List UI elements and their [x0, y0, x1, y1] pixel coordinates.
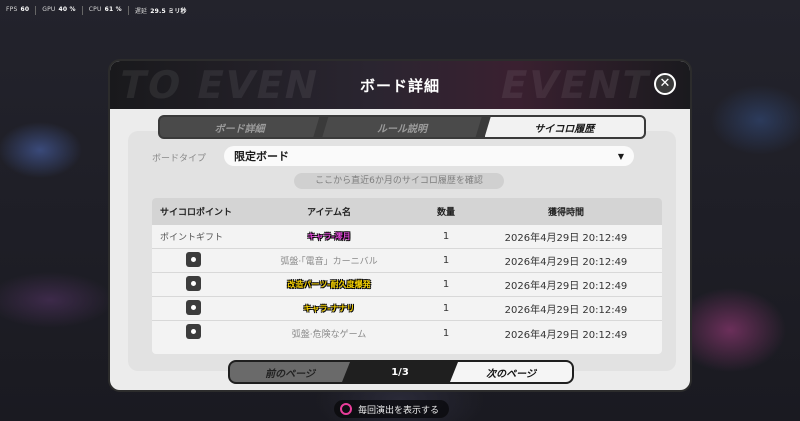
row-item-name-cell: 弧盤·「電音」カーニバル	[236, 254, 422, 267]
row-qty: 1	[442, 327, 450, 339]
modal-header: TO EVEN EVENT ボード詳細 ✕	[110, 61, 690, 109]
row-item-name-cell: キャラ-ナナリ	[236, 303, 422, 314]
row-point	[152, 324, 236, 342]
board-type-value: 限定ボード	[234, 150, 289, 163]
row-item-name: キャラ-ナナリ	[303, 304, 355, 313]
row-item-name-cell: 改造パーツ-耐久度爆発	[236, 279, 422, 290]
header-time: 獲得時間	[547, 208, 584, 218]
row-item-name: 弧盤·「電音」カーニバル	[280, 257, 378, 267]
latency-stat: 遅延 29.5 ミリ秒	[129, 6, 193, 15]
row-item-name: 弧盤·危険なゲーム	[291, 329, 367, 340]
row-point: ポイントギフト	[160, 233, 224, 243]
tab-rules[interactable]: ルール説明	[322, 117, 481, 137]
gpu-value: 40 %	[58, 6, 76, 13]
row-time: 2026年4月29日 20:12:49	[504, 329, 628, 341]
cpu-stat: CPU 61 %	[83, 6, 129, 15]
table-row: ポイントギフト キャラ-澪月 1 2026年4月29日 20:12:49	[152, 225, 662, 249]
row-item-name-cell: 弧盤·危険なゲーム	[236, 327, 422, 340]
row-qty: 1	[442, 231, 450, 242]
row-item-name-cell: キャラ-澪月	[236, 231, 422, 242]
cpu-value: 61 %	[104, 6, 122, 13]
fps-value: 60	[20, 6, 30, 13]
row-qty: 1	[442, 279, 450, 290]
row-qty: 1	[442, 255, 450, 266]
fps-label: FPS	[6, 6, 18, 13]
header-name: アイテム名	[306, 208, 352, 218]
row-time: 2026年4月29日 20:12:49	[504, 233, 628, 244]
board-detail-modal: TO EVEN EVENT ボード詳細 ✕ ボード詳細 ルール説明 サイコロ履歴…	[108, 59, 692, 392]
dice-history-table: サイコロポイント アイテム名 数量 獲得時間 ポイントギフト キャラ-澪月 1 202…	[152, 198, 662, 354]
latency-label: 遅延	[134, 8, 148, 15]
gpu-stat: GPU 40 %	[36, 6, 83, 15]
row-time: 2026年4月29日 20:12:49	[504, 281, 628, 292]
row-point	[152, 299, 236, 318]
fps-stat: FPS 60	[6, 6, 37, 15]
pagination: 前のページ 1/3 次のページ	[228, 360, 574, 384]
show-effect-toggle[interactable]: 毎回演出を表示する	[334, 400, 450, 418]
prev-page-button[interactable]: 前のページ	[230, 362, 350, 382]
tab-dice-history[interactable]: サイコロ履歴	[484, 117, 644, 137]
row-time: 2026年4月29日 20:12:49	[504, 305, 628, 316]
header-qty: 数量	[436, 208, 455, 218]
row-item-name: キャラ-澪月	[307, 232, 351, 241]
next-page-button[interactable]: 次のページ	[450, 362, 572, 382]
row-time: 2026年4月29日 20:12:49	[504, 257, 628, 268]
latency-value: 29.5 ミリ秒	[150, 8, 187, 15]
performance-overlay: FPS 60 GPU 40 % CPU 61 % 遅延 29.5 ミリ秒	[6, 6, 193, 15]
gpu-label: GPU	[42, 6, 56, 13]
tab-bar: ボード詳細 ルール説明 サイコロ履歴	[158, 115, 646, 139]
dice-icon	[186, 299, 201, 315]
history-note: ここから直近6か月のサイコロ履歴を確認	[294, 173, 504, 189]
cpu-label: CPU	[88, 6, 102, 13]
tab-board-detail[interactable]: ボード詳細	[160, 117, 319, 137]
modal-title: ボード詳細	[359, 77, 440, 95]
chevron-down-icon: ▼	[617, 151, 624, 161]
board-type-select[interactable]: 限定ボード ▼	[224, 146, 634, 166]
dice-icon	[186, 275, 201, 291]
row-point	[152, 251, 236, 270]
row-qty: 1	[442, 303, 450, 314]
page-indicator: 1/3	[391, 366, 409, 378]
close-icon[interactable]: ✕	[654, 73, 676, 95]
table-row: キャラ-ナナリ 1 2026年4月29日 20:12:49	[152, 297, 662, 321]
row-item-name: 改造パーツ-耐久度爆発	[287, 280, 371, 289]
dice-icon	[186, 324, 201, 339]
table-row: 改造パーツ-耐久度爆発 1 2026年4月29日 20:12:49	[152, 273, 662, 297]
table-row: 弧盤·「電音」カーニバル 1 2026年4月29日 20:12:49	[152, 249, 662, 273]
board-type-label: ボードタイプ	[152, 154, 207, 164]
row-point	[152, 275, 236, 294]
dice-icon	[186, 251, 201, 267]
table-row: 弧盤·危険なゲーム 1 2026年4月29日 20:12:49	[152, 321, 662, 345]
header-point: サイコロポイント	[160, 208, 233, 218]
radio-ring-icon	[340, 403, 352, 415]
show-effect-label: 毎回演出を表示する	[358, 405, 440, 416]
table-header: サイコロポイント アイテム名 数量 獲得時間	[152, 198, 662, 225]
